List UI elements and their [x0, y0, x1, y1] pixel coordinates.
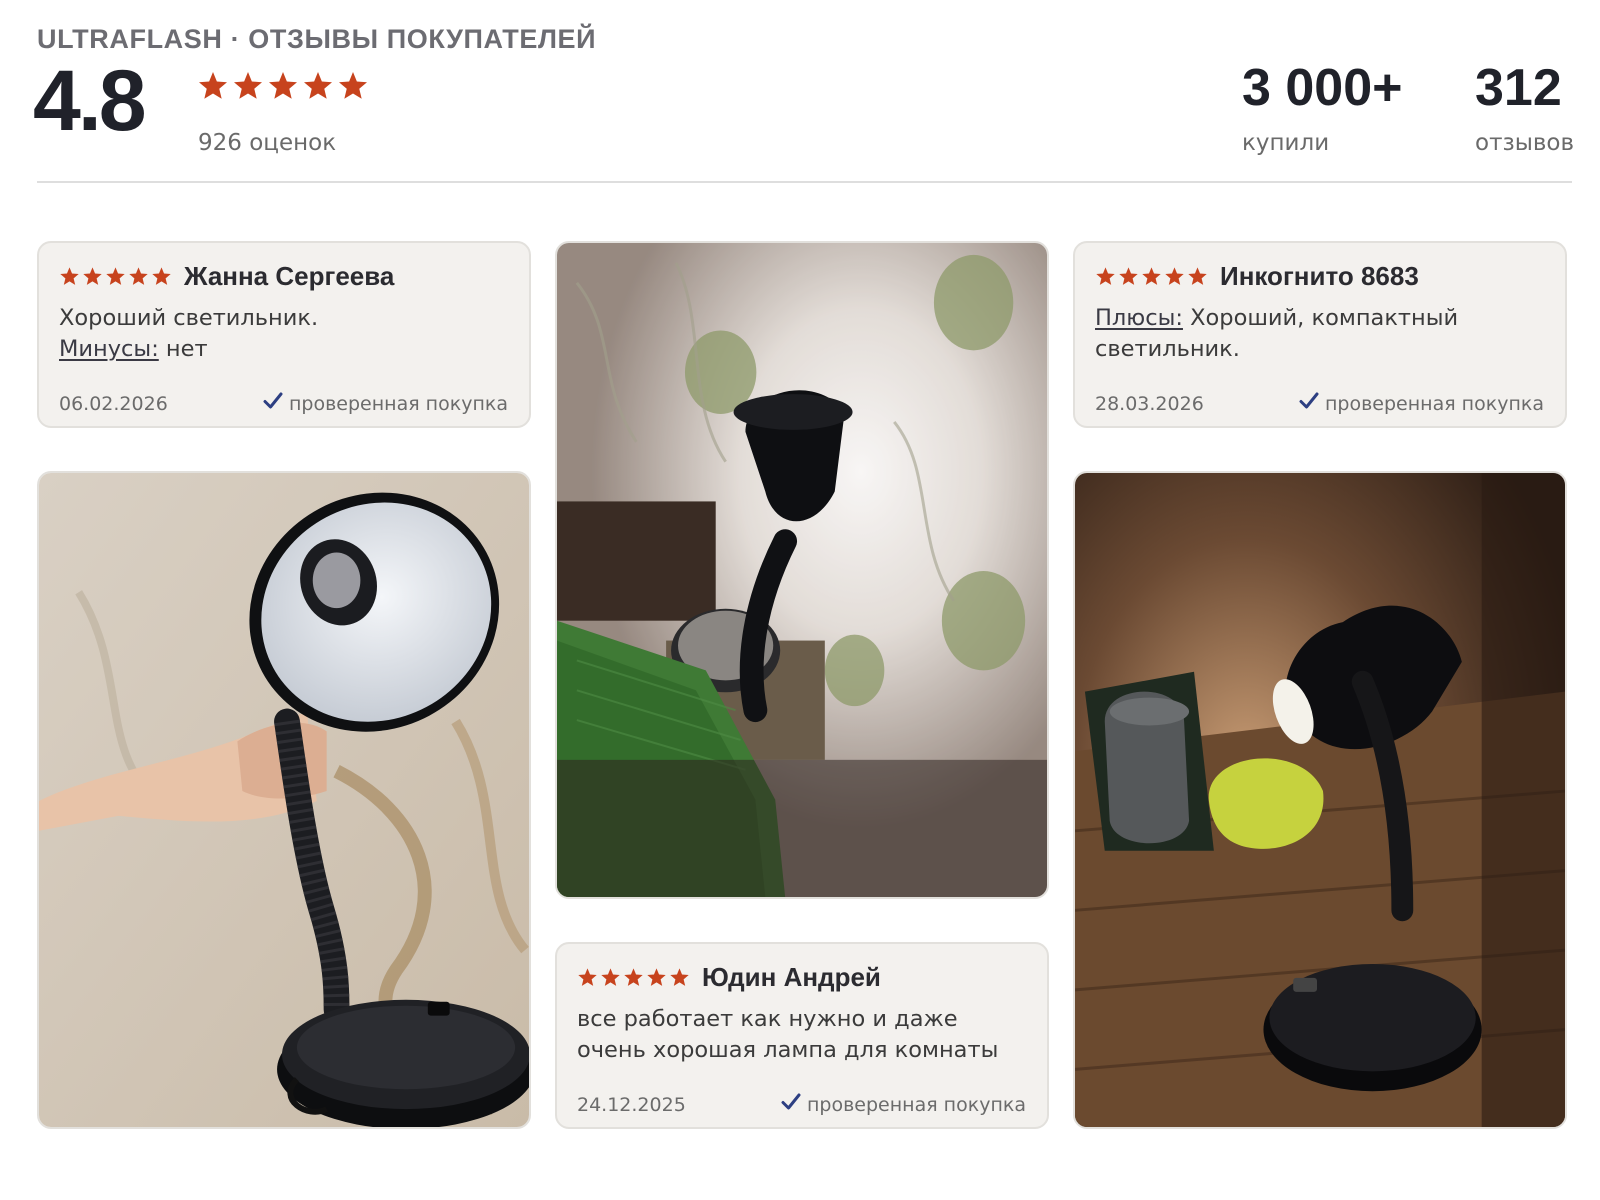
star-icon	[1142, 267, 1161, 285]
star-icon	[1188, 267, 1207, 285]
star-icon	[234, 72, 262, 99]
review-stars	[59, 266, 172, 287]
review-author[interactable]: Юдин Андрей	[702, 962, 881, 993]
star-icon	[578, 968, 597, 986]
cons-label: Минусы:	[59, 336, 159, 362]
verified-label: проверенная покупка	[288, 392, 508, 415]
star-icon	[60, 267, 79, 285]
star-icon	[129, 267, 148, 285]
review-date: 28.03.2026	[1095, 393, 1204, 415]
average-rating: 4.8	[33, 53, 147, 149]
stat-bought: 3 000+ купили	[1242, 62, 1403, 156]
verified-label: проверенная покупка	[1324, 392, 1544, 415]
cons-text: нет	[158, 336, 208, 362]
star-icon	[83, 267, 102, 285]
star-icon	[339, 72, 367, 99]
header-divider	[37, 181, 1572, 183]
review-card[interactable]: Инкогнито 8683 Плюсы: Хороший, компактны…	[1073, 241, 1567, 428]
review-card[interactable]: Юдин Андрей все работает как нужно и даж…	[555, 942, 1049, 1129]
star-icon	[1096, 267, 1115, 285]
review-date: 06.02.2026	[59, 393, 168, 415]
verified-purchase: проверенная покупка	[781, 1092, 1026, 1117]
verified-purchase: проверенная покупка	[1299, 391, 1544, 416]
review-stars	[1095, 266, 1208, 287]
stat-bought-label: купили	[1242, 130, 1330, 156]
star-icon	[199, 72, 227, 99]
review-author[interactable]: Жанна Сергеева	[184, 261, 394, 292]
rating-stars	[197, 70, 369, 102]
star-icon	[152, 267, 171, 285]
stat-reviews: 312 отзывов	[1475, 62, 1574, 156]
stat-reviews-value: 312	[1475, 59, 1562, 117]
stat-reviews-label: отзывов	[1475, 130, 1575, 156]
star-icon	[106, 267, 125, 285]
star-icon	[624, 968, 643, 986]
review-text-line: Хороший светильник.	[59, 305, 319, 331]
review-author[interactable]: Инкогнито 8683	[1220, 261, 1419, 292]
star-icon	[601, 968, 620, 986]
rating-count: 926 оценок	[198, 130, 337, 156]
review-date: 24.12.2025	[577, 1094, 686, 1116]
pros-label: Плюсы:	[1095, 305, 1183, 331]
review-photo[interactable]	[37, 471, 531, 1129]
review-text: Плюсы: Хороший, компактный светильник.	[1095, 303, 1549, 365]
review-stars	[577, 967, 690, 988]
star-icon	[1165, 267, 1184, 285]
review-card[interactable]: Жанна Сергеева Хороший светильник. Минус…	[37, 241, 531, 428]
review-photo[interactable]	[1073, 471, 1567, 1129]
check-icon	[1299, 391, 1319, 416]
verified-label: проверенная покупка	[806, 1093, 1026, 1116]
stat-bought-value: 3 000+	[1242, 59, 1403, 117]
review-text: Хороший светильник. Минусы: нет	[59, 303, 513, 365]
check-icon	[263, 391, 283, 416]
star-icon	[647, 968, 666, 986]
review-photo[interactable]	[555, 241, 1049, 899]
brand-title: ULTRAFLASH · ОТЗЫВЫ ПОКУПАТЕЛЕЙ	[37, 24, 597, 54]
star-icon	[1119, 267, 1138, 285]
star-icon	[304, 72, 332, 99]
star-icon	[269, 72, 297, 99]
verified-purchase: проверенная покупка	[263, 391, 508, 416]
check-icon	[781, 1092, 801, 1117]
star-icon	[670, 968, 689, 986]
review-text: все работает как нужно и даже очень хоро…	[577, 1006, 999, 1063]
